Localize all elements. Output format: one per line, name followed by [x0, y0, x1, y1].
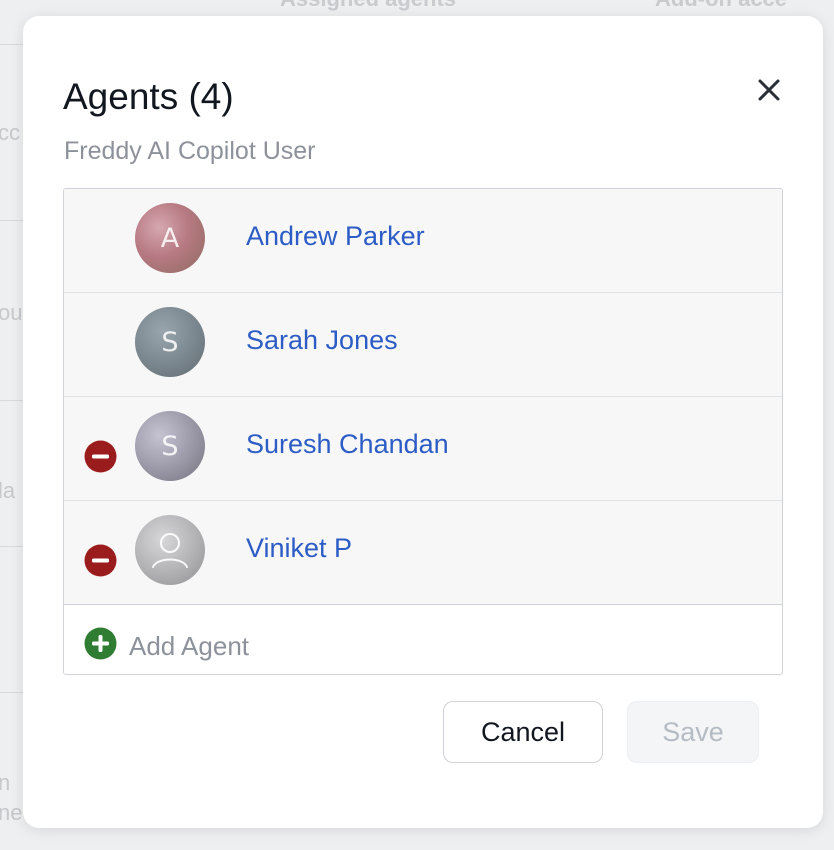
agent-name-link[interactable]: Andrew Parker: [246, 221, 425, 252]
remove-icon[interactable]: [84, 544, 117, 577]
agent-list: A Andrew Parker S Sarah Jones S Suresh C…: [63, 188, 783, 675]
bg-divider: [0, 44, 24, 45]
save-button[interactable]: Save: [627, 701, 759, 763]
agent-name-link[interactable]: Viniket P: [246, 533, 352, 564]
user-icon: [152, 533, 188, 568]
bg-divider: [0, 400, 24, 401]
add-agent-button[interactable]: Add Agent: [64, 607, 782, 673]
modal-title: Agents (4): [63, 76, 234, 117]
bg-column-header: Assigned agents: [280, 0, 456, 12]
remove-icon[interactable]: [84, 440, 117, 473]
bg-divider: [0, 220, 24, 221]
agent-name-link[interactable]: Sarah Jones: [246, 325, 398, 356]
bg-text-fragment: n: [0, 770, 11, 795]
agents-modal: Agents (4) Freddy AI Copilot User A Andr…: [23, 16, 823, 828]
modal-subtitle: Freddy AI Copilot User: [64, 137, 316, 165]
avatar: A: [135, 203, 205, 273]
bg-text-fragment: la: [0, 478, 16, 503]
plus-icon: [84, 627, 117, 660]
bg-divider: [0, 692, 24, 693]
agent-row: A Andrew Parker: [64, 189, 782, 293]
avatar: S: [135, 411, 205, 481]
avatar: S: [135, 307, 205, 377]
agent-row: S Sarah Jones: [64, 293, 782, 397]
bg-text-fragment: ou: [0, 300, 23, 325]
cancel-button[interactable]: Cancel: [443, 701, 603, 763]
bg-divider: [0, 546, 24, 547]
avatar-initial: S: [161, 326, 179, 358]
bg-column-header: Add-on acce: [655, 0, 787, 12]
avatar: [135, 515, 205, 585]
avatar-initial: A: [160, 222, 180, 254]
bg-text-fragment: cc: [0, 120, 20, 145]
avatar-initial: S: [161, 430, 179, 462]
close-icon[interactable]: [751, 72, 787, 108]
agent-row: Viniket P: [64, 501, 782, 605]
bg-text-fragment: ne: [0, 800, 23, 825]
agent-name-link[interactable]: Suresh Chandan: [246, 429, 449, 460]
add-agent-label: Add Agent: [129, 631, 249, 661]
agent-row: S Suresh Chandan: [64, 397, 782, 501]
